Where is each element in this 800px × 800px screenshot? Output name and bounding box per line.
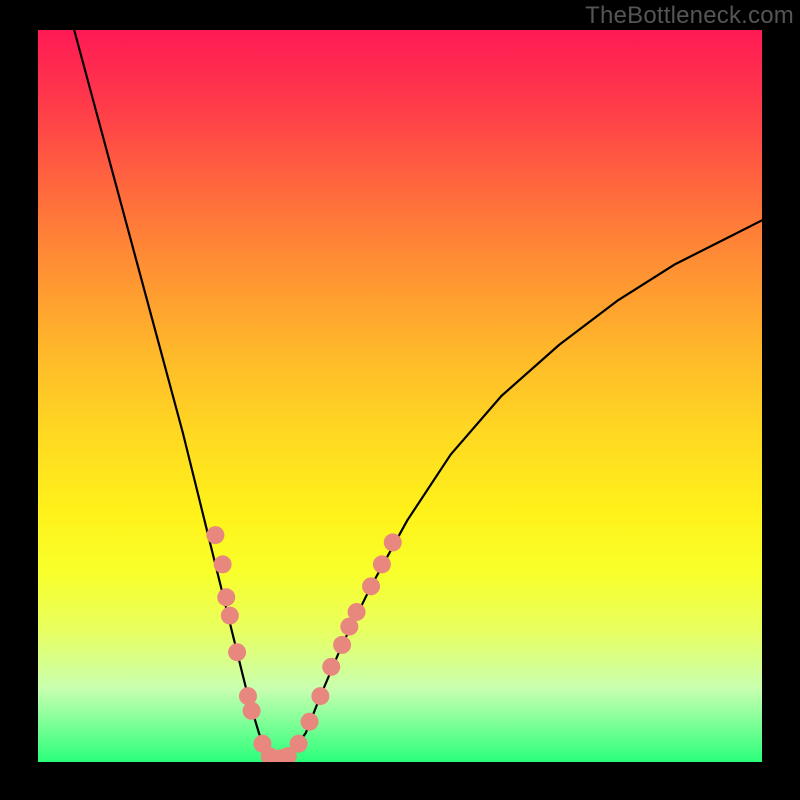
- data-marker: [217, 588, 235, 606]
- data-marker: [348, 603, 366, 621]
- data-marker: [301, 713, 319, 731]
- chart-frame: TheBottleneck.com: [0, 0, 800, 800]
- data-marker: [221, 607, 239, 625]
- data-marker: [214, 555, 232, 573]
- data-marker: [322, 658, 340, 676]
- watermark-text: TheBottleneck.com: [585, 2, 794, 30]
- bottleneck-curve: [74, 30, 762, 758]
- data-marker: [228, 643, 246, 661]
- chart-svg: [38, 30, 762, 762]
- data-marker: [206, 526, 224, 544]
- data-marker: [311, 687, 329, 705]
- data-marker: [373, 555, 391, 573]
- data-marker: [362, 577, 380, 595]
- data-marker: [290, 735, 308, 753]
- data-marker: [384, 533, 402, 551]
- data-marker: [333, 636, 351, 654]
- plot-area: [38, 30, 762, 762]
- data-marker: [243, 702, 261, 720]
